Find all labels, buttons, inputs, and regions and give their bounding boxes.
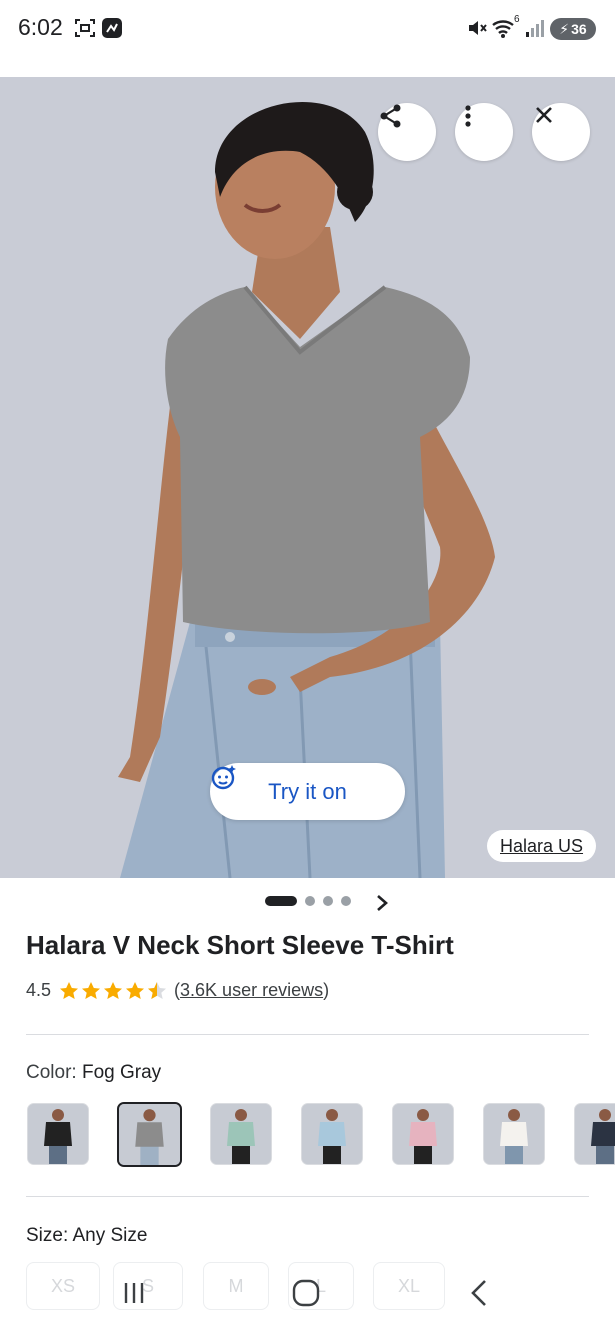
star-rating — [59, 981, 167, 1001]
back-icon — [471, 1280, 486, 1306]
model-photo — [118, 102, 495, 878]
share-button[interactable] — [378, 103, 436, 161]
color-swatch[interactable] — [392, 1103, 454, 1165]
star-icon — [82, 981, 101, 999]
pager-dot-active[interactable] — [265, 896, 297, 906]
back-button[interactable] — [465, 1278, 493, 1308]
home-button[interactable] — [290, 1278, 322, 1308]
swatch-thumbnail — [393, 1104, 453, 1164]
size-value: Any Size — [72, 1225, 148, 1246]
image-pager — [265, 896, 351, 906]
pager-dot[interactable] — [305, 896, 315, 906]
size-option-xs[interactable]: XS — [26, 1262, 100, 1310]
star-icon — [126, 981, 145, 999]
battery-charging-icon: ⚡ 36 — [550, 18, 596, 40]
wifi-badge: 6 — [514, 14, 520, 25]
divider — [26, 1034, 589, 1035]
product-title: Halara V Neck Short Sleeve T-Shirt — [26, 930, 454, 960]
try-on-face-icon — [211, 765, 236, 790]
star-icon — [60, 981, 79, 999]
recents-icon — [124, 1283, 144, 1303]
product-image[interactable]: Try it on Halara US — [0, 77, 615, 878]
pager-dot[interactable] — [323, 896, 333, 906]
color-swatch[interactable] — [301, 1103, 363, 1165]
reviews-close-paren: ) — [323, 980, 330, 1000]
status-bar: 6:02 6 ⚡ 36 — [0, 0, 615, 58]
size-label: Size: — [26, 1225, 73, 1246]
close-icon — [536, 107, 552, 123]
close-button[interactable] — [532, 103, 590, 161]
more-options-button[interactable] — [455, 103, 513, 161]
status-time: 6:02 — [18, 14, 63, 40]
chevron-right-icon[interactable] — [373, 893, 391, 913]
color-value: Fog Gray — [81, 1062, 162, 1083]
swatch-thumbnail — [211, 1104, 271, 1164]
screenshot-icon — [75, 19, 95, 37]
color-label-row: Color: Fog Gray — [26, 1062, 161, 1084]
app-notification-icon — [102, 18, 122, 38]
color-label: Color: — [26, 1062, 82, 1083]
color-swatch[interactable] — [483, 1103, 545, 1165]
battery-level: 36 — [571, 21, 587, 37]
star-icon — [104, 981, 123, 999]
color-swatch[interactable] — [210, 1103, 272, 1165]
divider — [26, 1196, 589, 1197]
pager-dot[interactable] — [341, 896, 351, 906]
signal-icon — [526, 20, 544, 37]
color-swatch[interactable] — [27, 1103, 89, 1165]
size-option-m[interactable]: M — [203, 1262, 269, 1310]
color-swatch[interactable] — [574, 1103, 615, 1165]
recents-button[interactable] — [118, 1278, 150, 1308]
home-icon — [292, 1279, 320, 1307]
size-label-row: Size: Any Size — [26, 1225, 147, 1247]
try-it-on-label: Try it on — [268, 778, 347, 804]
share-icon — [380, 104, 401, 128]
swatch-thumbnail — [575, 1104, 615, 1164]
size-option-xl[interactable]: XL — [373, 1262, 445, 1310]
swatch-thumbnail — [302, 1104, 362, 1164]
swatch-thumbnail — [484, 1104, 544, 1164]
reviews-label: 3.6K user reviews — [180, 980, 324, 1000]
mute-icon — [469, 21, 487, 35]
rating-row: 4.5 (3.6K user reviews) — [26, 980, 329, 1001]
swatch-thumbnail — [28, 1104, 88, 1164]
more-vert-icon — [465, 105, 471, 127]
try-it-on-button[interactable]: Try it on — [210, 763, 405, 820]
reviews-link[interactable]: (3.6K user reviews) — [174, 980, 329, 1001]
bolt-icon: ⚡ — [559, 20, 570, 37]
half-star-icon — [148, 981, 167, 999]
source-link[interactable]: Halara US — [487, 830, 597, 862]
color-swatch[interactable] — [117, 1102, 182, 1167]
swatch-thumbnail — [119, 1104, 180, 1165]
rating-value: 4.5 — [26, 980, 52, 1000]
